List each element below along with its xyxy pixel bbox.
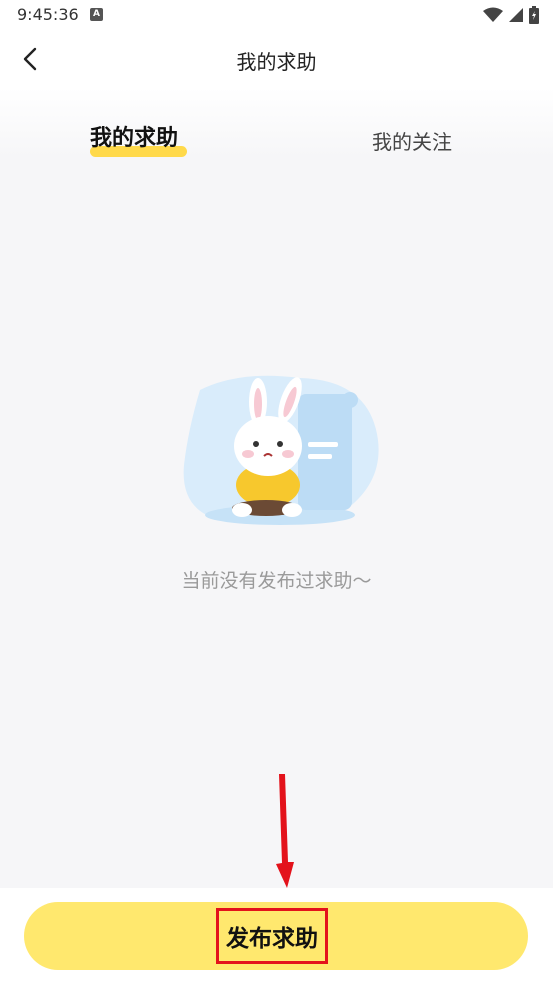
page-title: 我的求助 (236, 50, 317, 74)
tab-my-help[interactable]: 我的求助 (90, 120, 178, 152)
empty-state-message: 当前没有发布过求助～ (181, 570, 372, 592)
status-time: 9:45:36 (17, 5, 79, 24)
battery-icon (529, 6, 539, 24)
bottom-bar: 发布求助 (0, 888, 553, 984)
status-bar: 9:45:36 A (0, 0, 553, 30)
wifi-icon (483, 7, 503, 22)
status-icons (483, 6, 539, 24)
publish-help-label: 发布求助 (216, 908, 328, 964)
tab-my-follow[interactable]: 我的关注 (372, 126, 452, 155)
notification-a-icon: A (90, 8, 103, 21)
main-content: 我的求助 我的关注 当前没有发布过求助～ (0, 88, 553, 888)
publish-help-button[interactable]: 发布求助 (24, 902, 528, 970)
bunny-empty-icon (183, 375, 379, 525)
nav-bar: 我的求助 (0, 30, 553, 88)
annotation-arrow-icon (276, 774, 294, 888)
signal-icon (509, 8, 523, 22)
